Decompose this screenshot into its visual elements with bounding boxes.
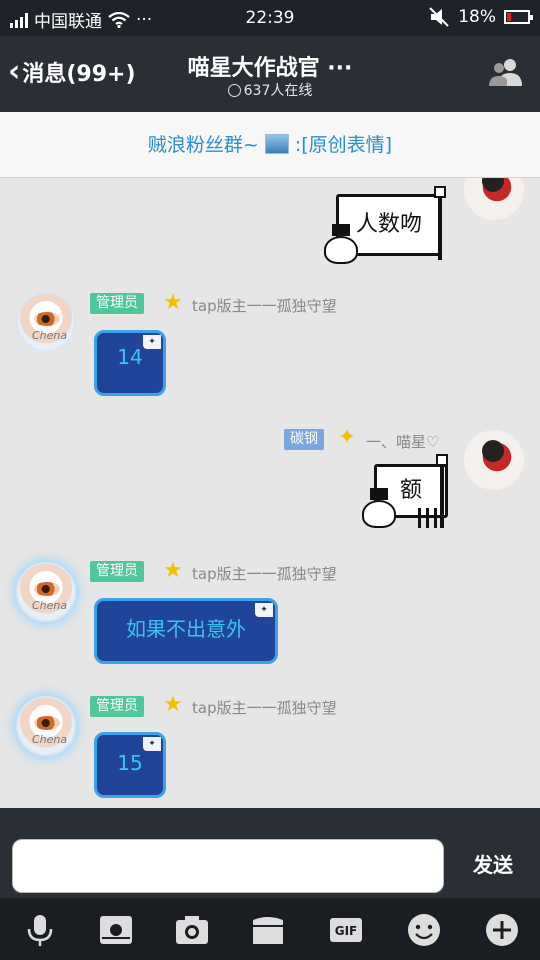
sender-name[interactable]: tap版主一一孤独守望 — [192, 563, 337, 584]
message-bubble[interactable]: 15 ✦ — [94, 732, 166, 798]
emoji-icon[interactable] — [404, 910, 444, 950]
bubble-tag-icon: ✦ — [143, 335, 161, 349]
sticker-image[interactable]: 额 — [360, 454, 456, 532]
avatar[interactable] — [464, 178, 524, 220]
sticker-text: 人数吻 — [355, 212, 422, 237]
battery-fill — [507, 13, 511, 21]
message-text: 14 — [117, 345, 143, 369]
sender-name[interactable]: tap版主一一孤独守望 — [192, 295, 337, 316]
status-right: 18% — [428, 7, 533, 27]
admin-badge: 管理员 — [90, 293, 144, 314]
message-input[interactable] — [12, 839, 444, 893]
admin-badge: 管理员 — [90, 696, 144, 717]
chat-message-list[interactable]: 人数吻 Chena 管理员 ★ tap版主一一孤独守望 14 ✦ 碳钢 ✦ 一、… — [0, 178, 540, 808]
mute-icon — [429, 7, 449, 27]
star-icon: ★ — [163, 692, 183, 717]
picture-thumbnail-icon — [264, 134, 289, 154]
nav-bar: ‹ 消息(99+) 喵星大作战官 ··· 637人在线 — [0, 36, 540, 112]
avatar[interactable] — [464, 430, 524, 490]
sender-name[interactable]: tap版主一一孤独守望 — [192, 697, 337, 718]
chat-title[interactable]: 喵星大作战官 ··· — [0, 50, 540, 82]
member-badge: 碳钢 — [284, 429, 324, 450]
admin-badge: 管理员 — [90, 561, 144, 582]
avatar[interactable]: Chena — [16, 562, 76, 622]
status-bar: 中国联通 ··· 22:39 18% — [0, 0, 540, 36]
mic-icon[interactable] — [20, 910, 60, 950]
bubble-tag-icon: ✦ — [255, 603, 273, 617]
clock-icon — [227, 84, 241, 97]
battery-icon — [504, 10, 533, 24]
group-members-icon[interactable] — [488, 56, 524, 88]
send-button[interactable]: 发送 — [458, 848, 528, 884]
diamond-icon: ✦ — [337, 425, 357, 450]
message-bubble[interactable]: 14 ✦ — [94, 330, 166, 396]
star-icon: ★ — [163, 290, 183, 315]
announcement-suffix: :[原创表情] — [294, 134, 393, 156]
message-bubble[interactable]: 如果不出意外 ✦ — [94, 598, 278, 664]
star-icon: ★ — [163, 558, 183, 583]
sun-icon[interactable] — [96, 910, 136, 950]
online-count: 637人在线 — [0, 80, 540, 100]
avatar[interactable]: Chena — [16, 292, 76, 352]
sticker-text: 额 — [399, 478, 422, 503]
gif-icon[interactable]: GIF — [326, 910, 366, 950]
group-announcement[interactable]: 贼浪粉丝群~ :[原创表情] — [0, 112, 540, 178]
online-count-label: 637人在线 — [243, 83, 313, 99]
input-bar: 发送 — [0, 808, 540, 898]
announcement-prefix: 贼浪粉丝群~ — [147, 134, 259, 156]
plus-icon[interactable] — [482, 910, 522, 950]
camera-icon[interactable] — [172, 910, 212, 950]
bubble-tag-icon: ✦ — [143, 737, 161, 751]
sticker-image[interactable]: 人数吻 — [320, 180, 454, 268]
battery-percent: 18% — [458, 7, 496, 27]
avatar[interactable]: Chena — [16, 696, 76, 756]
message-text: 15 — [117, 751, 143, 775]
bottom-toolbar: GIF — [0, 898, 540, 960]
sender-name[interactable]: 一、喵星♡ — [366, 431, 439, 452]
svg-text:GIF: GIF — [335, 924, 358, 938]
message-text: 如果不出意外 — [126, 617, 246, 641]
folder-icon[interactable] — [248, 910, 288, 950]
